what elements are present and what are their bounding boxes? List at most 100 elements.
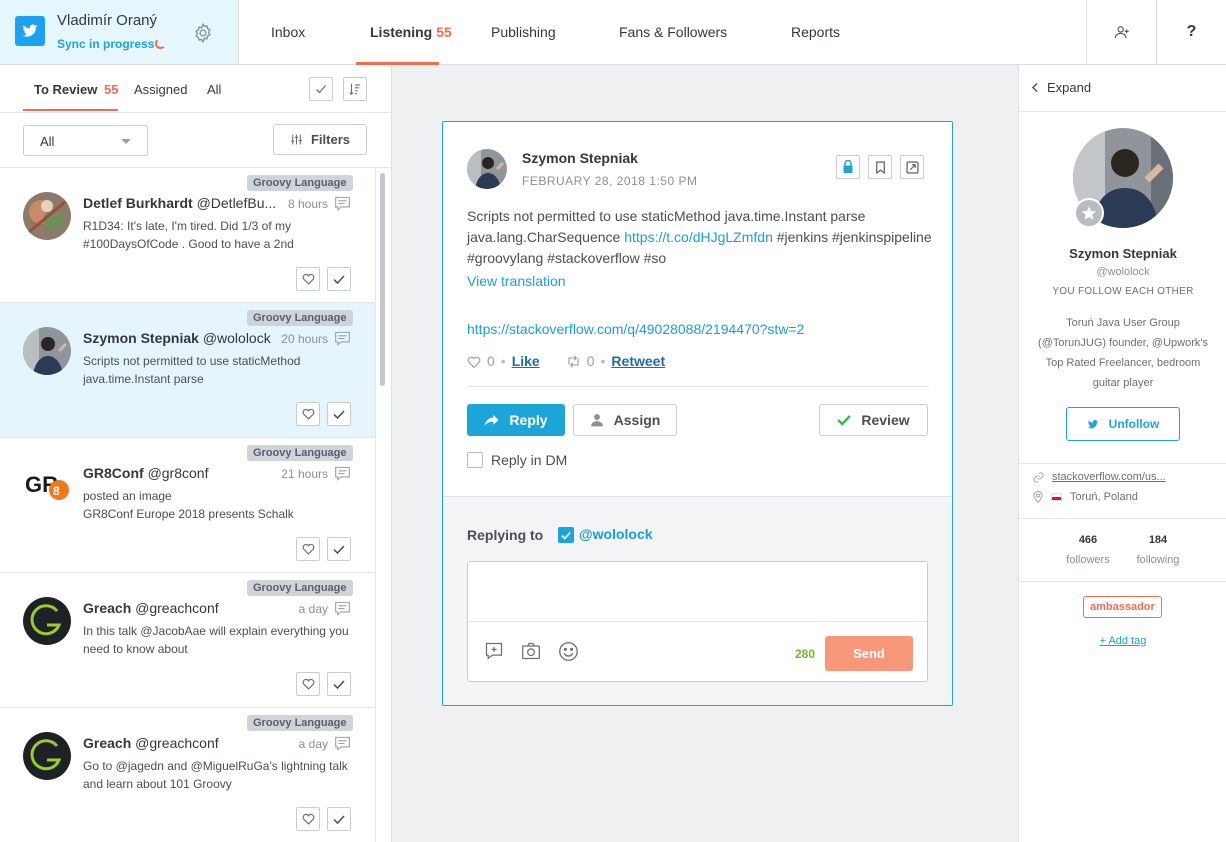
list-item[interactable]: Groovy Language Greach @greachconf a day Go… [0, 708, 375, 842]
avatar[interactable] [23, 192, 71, 240]
relationship-status: YOU FOLLOW EACH OTHER [1052, 286, 1194, 297]
profile-handle: @wololock [1096, 266, 1150, 278]
avatar[interactable]: GR 8 [23, 462, 71, 510]
list-item[interactable]: Groovy Language Detlef Burkhardt @DetlefB… [0, 168, 375, 303]
avatar[interactable] [23, 732, 71, 780]
nav-publishing[interactable]: Publishing [491, 24, 556, 40]
topic-tag: Groovy Language [247, 175, 353, 191]
reply-icon[interactable] [334, 466, 351, 481]
user-add-button[interactable] [1086, 0, 1156, 64]
replying-to-checkbox[interactable] [558, 527, 574, 543]
reply-icon[interactable] [334, 601, 351, 616]
tab-to-review[interactable]: To Review 55 [34, 82, 118, 97]
profile-name: Szymon Stepniak [1069, 246, 1177, 261]
nav-listening[interactable]: Listening 55 [370, 24, 452, 40]
check-icon [333, 274, 345, 284]
profile-bio: Toruń Java User Group (@TorunJUG) founde… [1038, 317, 1208, 389]
mark-reviewed-button[interactable] [327, 537, 351, 561]
tag-ambassador[interactable]: ambassador [1083, 596, 1162, 618]
retweet-link[interactable]: Retweet [611, 353, 665, 369]
reply-editor[interactable]: 280 Send [467, 561, 928, 682]
website-link[interactable]: stackoverflow.com/us... [1052, 471, 1166, 483]
post-author-avatar[interactable] [467, 149, 507, 189]
reply-icon[interactable] [334, 196, 351, 211]
open-external-icon [905, 160, 919, 174]
topic-tag: Groovy Language [247, 310, 353, 326]
reply-in-dm-checkbox[interactable] [467, 452, 483, 468]
mark-reviewed-button[interactable] [327, 807, 351, 831]
like-button[interactable] [296, 267, 320, 291]
emoji-icon[interactable] [558, 641, 579, 662]
reply-arrow-icon [485, 414, 499, 426]
sync-status: Sync in progress [57, 37, 155, 51]
camera-icon[interactable] [521, 641, 541, 661]
filter-select[interactable]: All [23, 125, 148, 156]
unfollow-button[interactable]: Unfollow [1066, 407, 1180, 441]
expand-button[interactable]: Expand [1031, 80, 1091, 95]
reply-icon[interactable] [334, 736, 351, 751]
twitter-logo-icon [15, 16, 45, 46]
like-link[interactable]: Like [512, 353, 540, 369]
view-translation-link[interactable]: View translation [467, 273, 566, 289]
avatar[interactable] [23, 597, 71, 645]
scroll-gutter [375, 168, 376, 842]
message-time: a day [298, 602, 328, 616]
post-detail-card: Szymon Stepniak FEBRUARY 28, 2018 1:50 P… [442, 121, 953, 706]
reply-icon[interactable] [334, 331, 351, 346]
like-button[interactable] [296, 672, 320, 696]
message-author[interactable]: Greach @greachconf [83, 735, 283, 751]
message-time: 20 hours [281, 332, 328, 346]
mark-reviewed-button[interactable] [327, 402, 351, 426]
assign-button[interactable]: Assign [573, 404, 677, 436]
help-button[interactable]: ? [1156, 0, 1226, 64]
followers-label: followers [1066, 554, 1110, 566]
like-button[interactable] [296, 807, 320, 831]
message-author[interactable]: Szymon Stepniak @wololock [83, 330, 283, 346]
list-item[interactable]: Groovy Language Greach @greachconf a day In… [0, 573, 375, 708]
nav-inbox[interactable]: Inbox [271, 24, 305, 40]
open-external-button[interactable] [900, 155, 924, 179]
like-button[interactable] [296, 402, 320, 426]
message-author[interactable]: GR8Conf @gr8conf [83, 465, 283, 481]
char-count: 280 [795, 647, 816, 661]
heart-icon [302, 273, 314, 285]
reply-textarea[interactable] [468, 562, 927, 622]
sort-button[interactable] [343, 77, 367, 101]
nav-reports[interactable]: Reports [791, 24, 840, 40]
author-name: GR8Conf [83, 465, 144, 481]
nav-fans-followers[interactable]: Fans & Followers [619, 24, 727, 40]
tab-all[interactable]: All [207, 82, 221, 97]
like-button[interactable] [296, 537, 320, 561]
post-link[interactable]: https://t.co/dHJgLZmfdn [624, 229, 773, 245]
star-icon[interactable] [1074, 198, 1104, 228]
topic-tag: Groovy Language [247, 580, 353, 596]
account-switcher[interactable]: Vladimír Oraný Sync in progress [0, 0, 239, 64]
gear-icon[interactable] [192, 22, 214, 44]
tab-assigned[interactable]: Assigned [134, 82, 187, 97]
chevron-left-icon [1031, 82, 1038, 93]
review-button[interactable]: Review [819, 404, 928, 436]
avatar[interactable] [23, 327, 71, 375]
post-url-link[interactable]: https://stackoverflow.com/q/49028088/219… [467, 321, 804, 337]
reply-button[interactable]: Reply [467, 404, 565, 436]
message-preview: posted an image GR8Conf Europe 2018 pres… [83, 489, 294, 521]
mark-all-reviewed-button[interactable] [309, 77, 333, 101]
lock-button[interactable] [836, 155, 860, 179]
tab-to-review-label: To Review [34, 82, 98, 97]
bookmark-button[interactable] [868, 155, 892, 179]
message-author[interactable]: Detlef Burkhardt @DetlefBu... [83, 195, 283, 211]
author-handle: @greachconf [135, 600, 219, 616]
filters-button[interactable]: Filters [273, 124, 367, 155]
send-button[interactable]: Send [825, 636, 913, 671]
message-author[interactable]: Greach @greachconf [83, 600, 283, 616]
add-note-icon[interactable] [484, 641, 504, 661]
mark-reviewed-button[interactable] [327, 672, 351, 696]
list-item[interactable]: GR 8 Groovy Language GR8Conf @gr8conf 21 hou… [0, 438, 375, 573]
author-name: Detlef Burkhardt [83, 195, 193, 211]
mark-reviewed-button[interactable] [327, 267, 351, 291]
scrollbar[interactable] [380, 173, 385, 386]
post-author-name[interactable]: Szymon Stepniak [522, 150, 638, 166]
add-tag-link[interactable]: + Add tag [1019, 635, 1226, 647]
profile-panel: Expand Szymon Stepniak @wololock YOU FOL… [1018, 65, 1226, 842]
list-item[interactable]: Groovy Language Szymon Stepniak @wololock… [0, 303, 375, 438]
